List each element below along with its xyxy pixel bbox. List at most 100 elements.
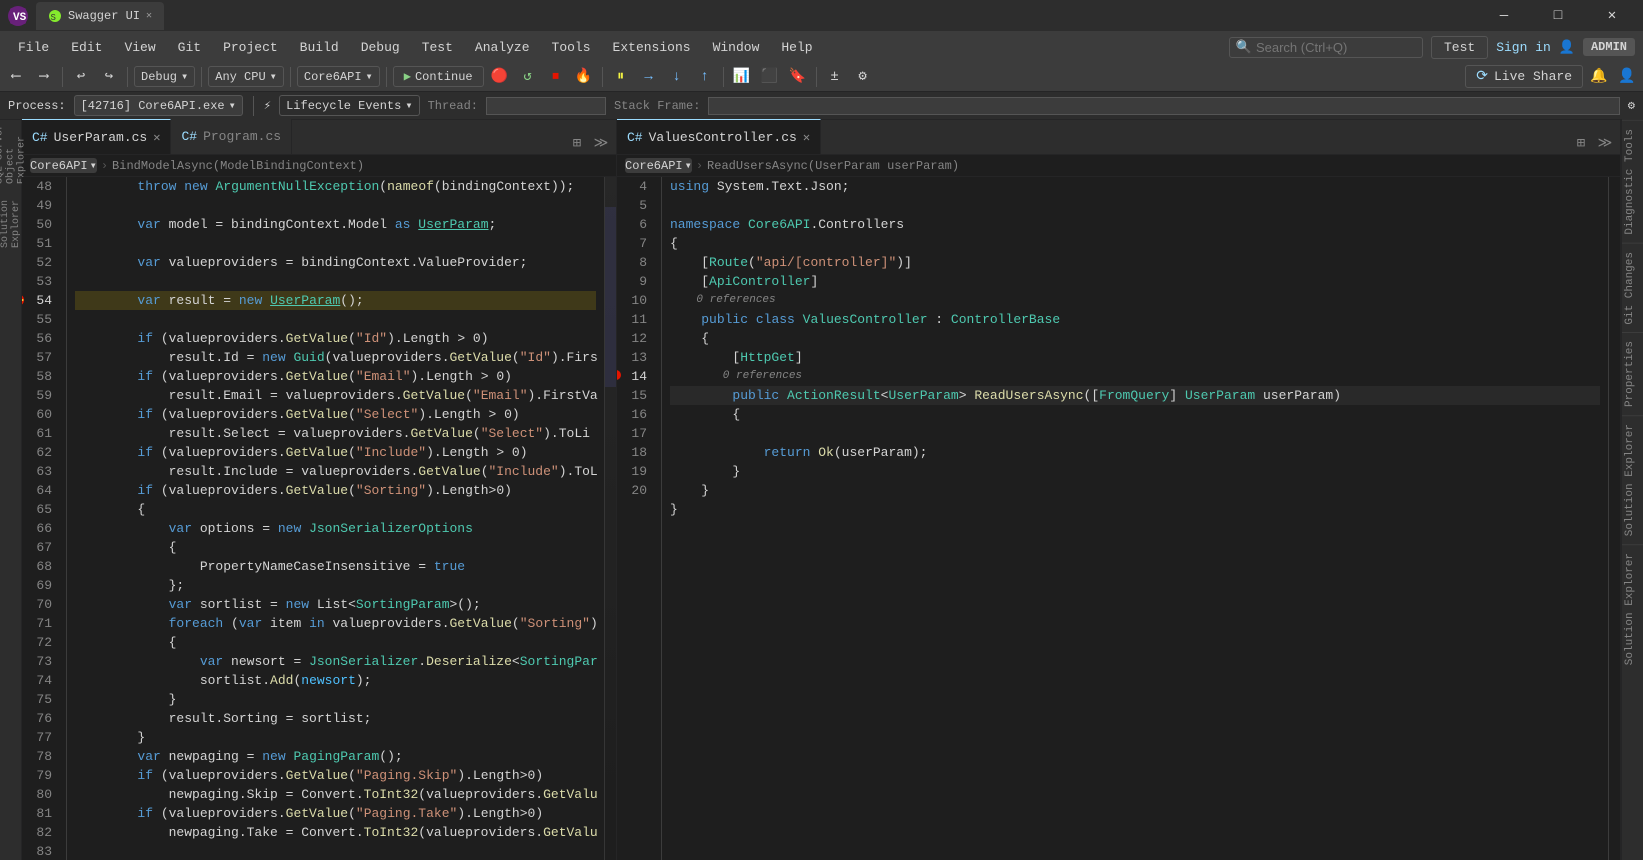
minimize-button[interactable]: — (1481, 0, 1527, 32)
solution-explorer-panel-1[interactable]: Solution Explorer (1622, 415, 1643, 544)
thread-input[interactable] (486, 97, 606, 115)
search-box[interactable]: 🔍 (1229, 37, 1423, 58)
menu-help[interactable]: Help (771, 36, 822, 59)
left-code-content[interactable]: throw new ArgumentNullException(nameof(b… (67, 177, 604, 860)
step-out-icon[interactable]: ↑ (693, 65, 717, 89)
diagnostic-tools-panel[interactable]: Diagnostic Tools (1622, 120, 1643, 243)
maximize-button[interactable]: □ (1535, 0, 1581, 32)
solution-explorer-left[interactable]: Solution Explorer (1, 188, 21, 248)
right-overflow-button[interactable]: ≫ (1594, 132, 1616, 154)
account-icon[interactable]: 👤 (1615, 65, 1639, 89)
code-line-81: if (valueproviders.GetValue("Paging.Take… (75, 804, 596, 823)
ln-67: 67 (22, 538, 58, 557)
code-line-59: result.Email = valueproviders.GetValue("… (75, 386, 596, 405)
menu-test[interactable]: Test (412, 36, 463, 59)
ln-48: 48 (22, 177, 58, 196)
menu-git[interactable]: Git (168, 36, 211, 59)
debug-mode-dropdown[interactable]: Debug ▾ (134, 66, 195, 87)
undo-button[interactable]: ↩ (69, 65, 93, 89)
rln-16: 16 (617, 405, 653, 424)
toolbar-sep-1 (62, 67, 63, 87)
left-breadcrumb-method[interactable]: BindModelAsync(ModelBindingContext) (112, 159, 364, 173)
left-tab-bar: C# UserParam.cs ✕ C# Program.cs ⊞ ≫ (22, 120, 616, 155)
code-line-68: PropertyNameCaseInsensitive = true (75, 557, 596, 576)
process-label: Process: (8, 99, 66, 113)
debug-bar: Process: [42716] Core6API.exe ▾ ⚡ Lifecy… (0, 92, 1643, 120)
cpu-dropdown[interactable]: Any CPU ▾ (208, 66, 284, 87)
bookmark-icon[interactable]: 🔖 (786, 65, 810, 89)
toolbar-sep-3 (201, 67, 202, 87)
right-scope-dropdown[interactable]: Core6API ▾ (625, 158, 692, 173)
ln-49: 49 (22, 196, 58, 215)
ln-59: 59 (22, 386, 58, 405)
left-code-editor[interactable]: 48 49 50 51 52 53 54 55 56 57 58 59 (22, 177, 616, 860)
right-code-content[interactable]: using System.Text.Json; namespace Core6A… (662, 177, 1608, 860)
step-into-icon[interactable]: ↓ (665, 65, 689, 89)
menu-build[interactable]: Build (290, 36, 349, 59)
continue-button[interactable]: ▶ Continue (393, 66, 484, 87)
menu-view[interactable]: View (114, 36, 165, 59)
live-share-button[interactable]: ⟳ Live Share (1465, 65, 1583, 88)
ln-64: 64 (22, 481, 58, 500)
debug-start-icon[interactable]: 🔴 (488, 65, 512, 89)
menu-extensions[interactable]: Extensions (603, 36, 701, 59)
debug-sep-1 (253, 96, 254, 116)
settings-icon[interactable]: ⚙ (851, 65, 875, 89)
properties-panel[interactable]: Properties (1622, 332, 1643, 415)
left-scope-dropdown[interactable]: Core6API ▾ (30, 158, 97, 173)
step-over-icon[interactable]: → (637, 65, 661, 89)
performance-icon[interactable]: 📊 (730, 65, 754, 89)
left-breadcrumb: Core6API ▾ › BindModelAsync(ModelBinding… (22, 155, 616, 177)
breakpoints-icon[interactable]: ⬛ (758, 65, 782, 89)
notifications-icon[interactable]: 🔔 (1587, 65, 1611, 89)
right-code-editor[interactable]: 4 5 6 7 8 9 10 11 12 13 14 15 16 (617, 177, 1620, 860)
swagger-tab[interactable]: S Swagger UI ✕ (36, 2, 164, 30)
left-overflow-button[interactable]: ≫ (590, 132, 612, 154)
right-breadcrumb-method[interactable]: ReadUsersAsync(UserParam userParam) (707, 159, 959, 173)
test-button[interactable]: Test (1431, 36, 1488, 59)
cpu-chevron: ▾ (270, 69, 277, 84)
ln-75: 75 (22, 690, 58, 709)
git-changes-panel[interactable]: Git Changes (1622, 243, 1643, 333)
profile-dropdown[interactable]: Core6API ▾ (297, 66, 380, 87)
left-split-button[interactable]: ⊞ (566, 132, 588, 154)
menu-debug[interactable]: Debug (351, 36, 410, 59)
rln-11: 11 (617, 310, 653, 329)
left-editor-panel: C# UserParam.cs ✕ C# Program.cs ⊞ ≫ Core… (22, 120, 617, 860)
rln-17: 17 (617, 424, 653, 443)
signin-button[interactable]: Sign in (1496, 40, 1551, 55)
right-split-button[interactable]: ⊞ (1570, 132, 1592, 154)
valuescontroller-tab-close[interactable]: ✕ (803, 130, 810, 145)
ln-53: 53 (22, 272, 58, 291)
sql-server-panel[interactable]: SQL Server Object Explorer (1, 124, 21, 184)
ln-73: 73 (22, 652, 58, 671)
menu-tools[interactable]: Tools (542, 36, 601, 59)
git-icon[interactable]: ± (823, 65, 847, 89)
pause-icon[interactable]: ⏸ (609, 65, 633, 89)
process-dropdown[interactable]: [42716] Core6API.exe ▾ (74, 95, 243, 116)
cpu-label: Any CPU (215, 70, 265, 84)
swagger-tab-close[interactable]: ✕ (146, 10, 152, 22)
redo-button[interactable]: ↪ (97, 65, 121, 89)
stackframe-input[interactable] (708, 97, 1619, 115)
menu-edit[interactable]: Edit (61, 36, 112, 59)
program-tab[interactable]: C# Program.cs (171, 119, 292, 154)
right-line-numbers: 4 5 6 7 8 9 10 11 12 13 14 15 16 (617, 177, 662, 860)
hot-reload-icon[interactable]: 🔥 (572, 65, 596, 89)
solution-explorer-panel-2[interactable]: Solution Explorer (1622, 544, 1643, 673)
userparam-tab[interactable]: C# UserParam.cs ✕ (22, 119, 171, 154)
svg-text:S: S (51, 13, 56, 23)
menu-analyze[interactable]: Analyze (465, 36, 540, 59)
menu-project[interactable]: Project (213, 36, 288, 59)
userparam-tab-close[interactable]: ✕ (153, 130, 160, 145)
back-button[interactable]: ⟵ (4, 65, 28, 89)
restart-icon[interactable]: ↺ (516, 65, 540, 89)
lifecycle-dropdown[interactable]: Lifecycle Events ▾ (279, 95, 419, 116)
search-input[interactable] (1256, 40, 1416, 55)
stop-icon[interactable]: ⏹ (544, 65, 568, 89)
forward-button[interactable]: ⟶ (32, 65, 56, 89)
menu-window[interactable]: Window (703, 36, 770, 59)
valuescontroller-tab[interactable]: C# ValuesController.cs ✕ (617, 119, 821, 154)
menu-file[interactable]: File (8, 36, 59, 59)
close-button[interactable]: ✕ (1589, 0, 1635, 32)
